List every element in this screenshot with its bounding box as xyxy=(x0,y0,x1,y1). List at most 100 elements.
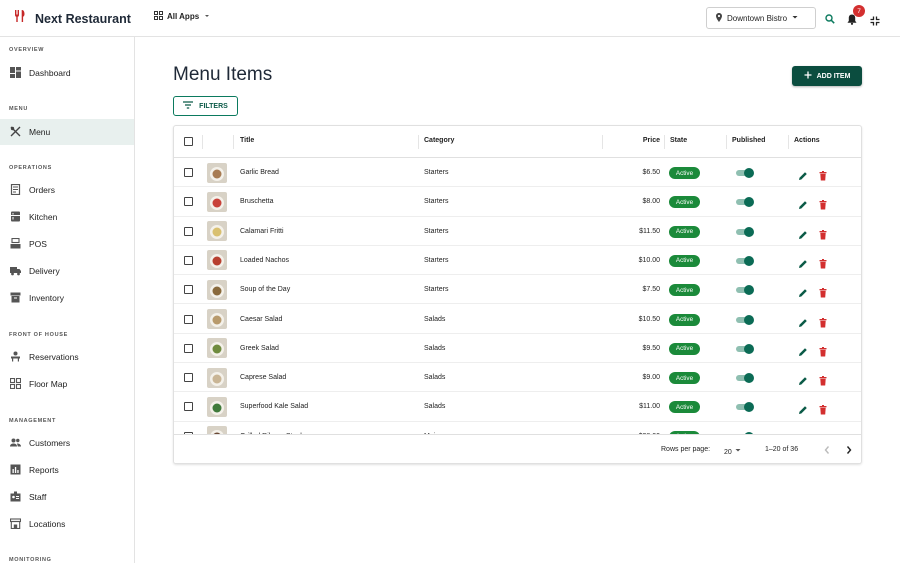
delete-icon[interactable] xyxy=(818,402,828,415)
edit-icon[interactable] xyxy=(798,256,808,268)
search-icon[interactable] xyxy=(825,11,835,29)
edit-icon[interactable] xyxy=(798,315,808,327)
delete-icon[interactable] xyxy=(818,168,828,181)
published-toggle[interactable] xyxy=(736,197,754,208)
item-title: Greek Salad xyxy=(240,344,279,352)
truck-icon xyxy=(10,265,21,278)
sidebar-item-reservations[interactable]: Reservations xyxy=(0,344,134,370)
floor-map-icon xyxy=(9,377,22,391)
sidebar-item-customers[interactable]: Customers xyxy=(0,430,134,456)
row-checkbox[interactable] xyxy=(184,255,193,265)
delete-icon[interactable] xyxy=(818,344,828,357)
delete-icon[interactable] xyxy=(818,373,828,386)
row-checkbox[interactable] xyxy=(184,226,193,236)
sidebar-item-delivery[interactable]: Delivery xyxy=(0,258,134,284)
table-row[interactable]: Garlic Bread Starters $6.50 Active xyxy=(174,158,861,188)
select-all-checkbox[interactable] xyxy=(184,137,193,146)
item-category: Starters xyxy=(424,198,449,206)
published-toggle[interactable] xyxy=(736,373,754,384)
published-toggle[interactable] xyxy=(736,168,754,178)
sidebar-item-floor-map[interactable]: Floor Map xyxy=(0,371,134,397)
restaurant-logo-icon xyxy=(13,9,27,28)
toggle-knob xyxy=(744,343,754,354)
item-title: Loaded Nachos xyxy=(240,256,290,264)
delete-icon[interactable] xyxy=(818,285,828,298)
item-title: Garlic Bread xyxy=(240,169,279,176)
published-toggle[interactable] xyxy=(736,343,754,354)
filters-button[interactable]: FILTERS xyxy=(173,96,238,116)
column-header-state[interactable]: State xyxy=(670,137,687,144)
table-row[interactable]: Caprese Salad Salads $9.00 Active xyxy=(174,363,861,393)
prev-page-icon[interactable] xyxy=(823,445,831,457)
item-price: $11.00 xyxy=(639,403,660,411)
row-checkbox[interactable] xyxy=(184,197,193,207)
published-toggle[interactable] xyxy=(736,285,754,296)
next-page-icon[interactable] xyxy=(845,445,853,457)
row-checkbox[interactable] xyxy=(184,285,193,295)
sidebar-item-label: Inventory xyxy=(29,293,64,303)
edit-icon[interactable] xyxy=(798,168,808,180)
item-category: Starters xyxy=(424,227,449,235)
published-toggle[interactable] xyxy=(736,402,754,413)
location-selector[interactable]: Downtown Bistro xyxy=(706,7,816,29)
delete-icon[interactable] xyxy=(818,256,828,269)
brand[interactable]: Next Restaurant xyxy=(13,9,131,28)
column-header-price[interactable]: Price xyxy=(643,137,660,144)
delete-icon[interactable] xyxy=(818,197,828,210)
row-checkbox[interactable] xyxy=(184,343,193,353)
table-row[interactable]: Bruschetta Starters $8.00 Active xyxy=(174,187,861,217)
menu-items-table: Title Category Price State Published Act… xyxy=(173,125,862,464)
sidebar-item-kitchen[interactable]: Kitchen xyxy=(0,204,134,230)
edit-icon[interactable] xyxy=(798,197,808,210)
sidebar-item-orders[interactable]: Orders xyxy=(0,177,134,203)
sidebar-item-staff[interactable]: Staff xyxy=(0,484,134,510)
row-checkbox[interactable] xyxy=(184,314,193,324)
column-separator xyxy=(664,135,665,149)
delete-icon[interactable] xyxy=(818,227,828,240)
sidebar-item-inventory[interactable]: Inventory xyxy=(0,285,134,311)
toggle-knob xyxy=(744,402,754,413)
sidebar-section-management: MANAGEMENT xyxy=(9,418,57,424)
column-header-published[interactable]: Published xyxy=(732,137,765,144)
sidebar-item-reports[interactable]: Reports xyxy=(0,457,134,483)
column-separator xyxy=(788,135,789,149)
add-item-button[interactable]: ADD ITEM xyxy=(792,66,862,86)
row-checkbox[interactable] xyxy=(184,168,193,177)
table-row[interactable]: Calamari Fritti Starters $11.50 Active xyxy=(174,217,861,246)
item-title: Soup of the Day xyxy=(240,286,291,294)
table-row[interactable]: Grilled Ribeye SteakMains$28.00Active xyxy=(174,422,861,434)
sidebar-item-pos[interactable]: POS xyxy=(0,231,134,257)
all-apps-menu[interactable]: All Apps xyxy=(154,11,211,22)
sidebar-item-label: Reservations xyxy=(29,352,79,362)
sidebar-item-menu[interactable]: Menu xyxy=(0,119,134,145)
published-toggle[interactable] xyxy=(736,255,754,266)
published-toggle[interactable] xyxy=(736,314,754,325)
column-header-title[interactable]: Title xyxy=(240,137,254,144)
published-toggle[interactable] xyxy=(736,226,754,237)
sidebar-item-dashboard[interactable]: Dashboard xyxy=(0,60,134,86)
edit-icon[interactable] xyxy=(798,227,808,239)
edit-icon[interactable] xyxy=(798,402,808,415)
row-checkbox[interactable] xyxy=(184,373,193,383)
table-row[interactable]: Caesar Salad Salads $10.50 Active xyxy=(174,305,861,334)
edit-icon[interactable] xyxy=(798,285,808,298)
utensils-icon xyxy=(10,126,21,139)
item-thumbnail xyxy=(207,191,227,212)
item-thumbnail xyxy=(207,279,227,300)
table-row[interactable]: Soup of the Day Starters $7.50 Active xyxy=(174,275,861,305)
sidebar-item-locations[interactable]: Locations xyxy=(0,511,134,537)
rows-per-page-select[interactable]: 20 xyxy=(724,446,742,456)
status-badge: Active xyxy=(669,254,700,267)
table-row[interactable]: Greek Salad Salads $9.50 Active xyxy=(174,334,861,364)
row-checkbox[interactable] xyxy=(184,402,193,412)
column-header-category[interactable]: Category xyxy=(424,137,454,144)
delete-icon[interactable] xyxy=(818,315,828,327)
rows-per-page-label: Rows per page: xyxy=(661,446,711,453)
edit-icon[interactable] xyxy=(798,373,808,386)
table-row[interactable]: Superfood Kale Salad Salads $11.00 Active xyxy=(174,392,861,422)
item-thumbnail xyxy=(207,221,227,242)
status-badge: Active xyxy=(669,167,700,179)
table-row[interactable]: Loaded Nachos Starters $10.00 Active xyxy=(174,246,861,276)
edit-icon[interactable] xyxy=(798,344,808,356)
fullscreen-exit-icon[interactable] xyxy=(870,13,880,31)
